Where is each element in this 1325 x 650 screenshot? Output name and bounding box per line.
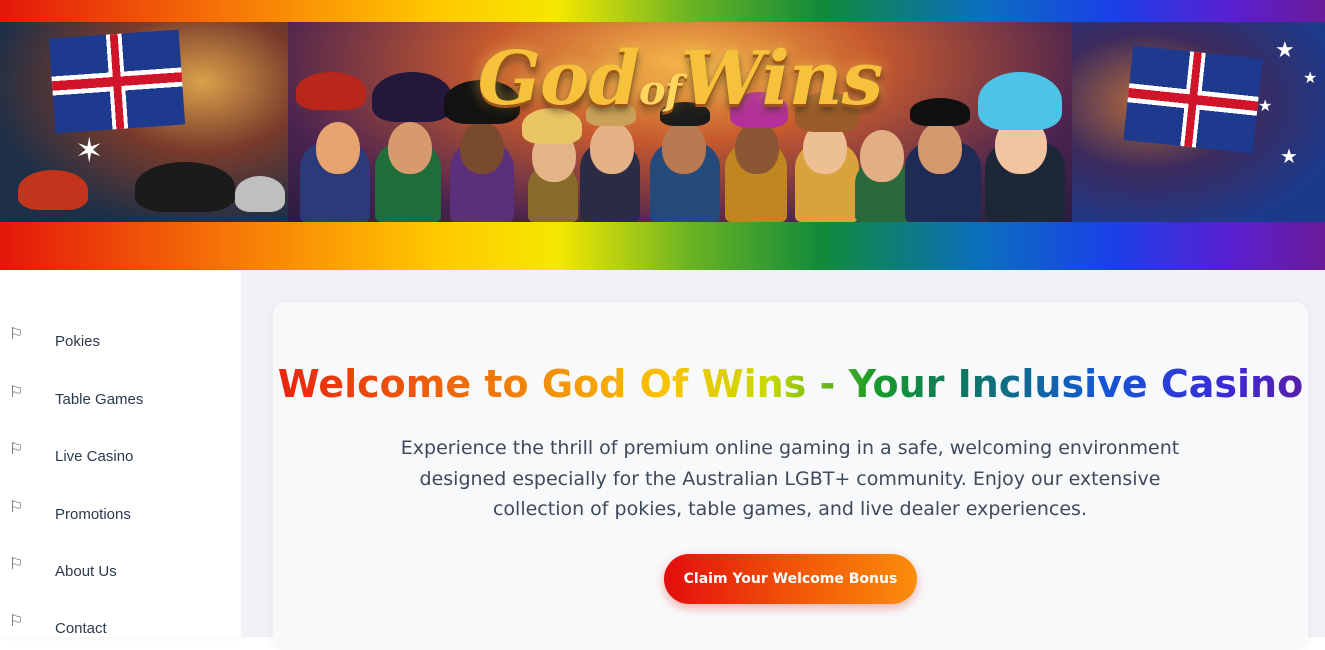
flag-icon: ⚐ [9,439,24,458]
star-icon: ★ [1275,38,1295,63]
flag-icon: ⚐ [9,324,24,343]
sidebar-item-promotions[interactable]: ⚐ Promotions [0,496,241,536]
page-title: Welcome to God Of Wins - Your Inclusive … [273,362,1308,406]
rainbow-header: ✶ ★ ★ ★ ★ GodofWins [0,0,1325,270]
sidebar-item-label: Table Games [55,391,144,408]
hero-banner-image: ✶ ★ ★ ★ ★ GodofWins [0,22,1325,222]
sidebar-item-pokies[interactable]: ⚐ Pokies [0,323,241,363]
sidebar-item-live-casino[interactable]: ⚐ Live Casino [0,438,241,478]
sidebar-item-label: Pokies [55,333,101,350]
main-content: Welcome to God Of Wins - Your Inclusive … [241,270,1325,647]
sidebar-item-contact[interactable]: ⚐ Contact [0,610,241,650]
sidebar-item-about-us[interactable]: ⚐ About Us [0,553,241,593]
star-icon: ★ [1258,96,1273,115]
hero-description: Experience the thrill of premium online … [400,437,1180,520]
welcome-card: Welcome to God Of Wins - Your Inclusive … [273,302,1308,647]
australian-flag-right [1123,45,1263,154]
star-icon: ★ [1303,68,1318,87]
sidebar-nav: ⚐ Pokies ⚐ Table Games ⚐ Live Casino ⚐ P… [0,270,241,637]
sidebar-item-label: Promotions [55,506,131,523]
flag-icon: ⚐ [9,382,24,401]
star-icon: ✶ [75,131,104,171]
sidebar-item-table-games[interactable]: ⚐ Table Games [0,381,241,421]
flag-icon: ⚐ [9,611,24,630]
flag-icon: ⚐ [9,554,24,573]
sidebar-item-label: About Us [55,563,117,580]
flag-icon: ⚐ [9,497,24,516]
sidebar-item-label: Live Casino [55,448,134,465]
sidebar-item-label: Contact [55,620,107,637]
claim-bonus-button[interactable]: Claim Your Welcome Bonus [664,554,917,604]
australian-flag-left [48,29,186,134]
star-icon: ★ [1280,144,1298,168]
god-of-wins-logo: GodofWins [477,36,884,122]
